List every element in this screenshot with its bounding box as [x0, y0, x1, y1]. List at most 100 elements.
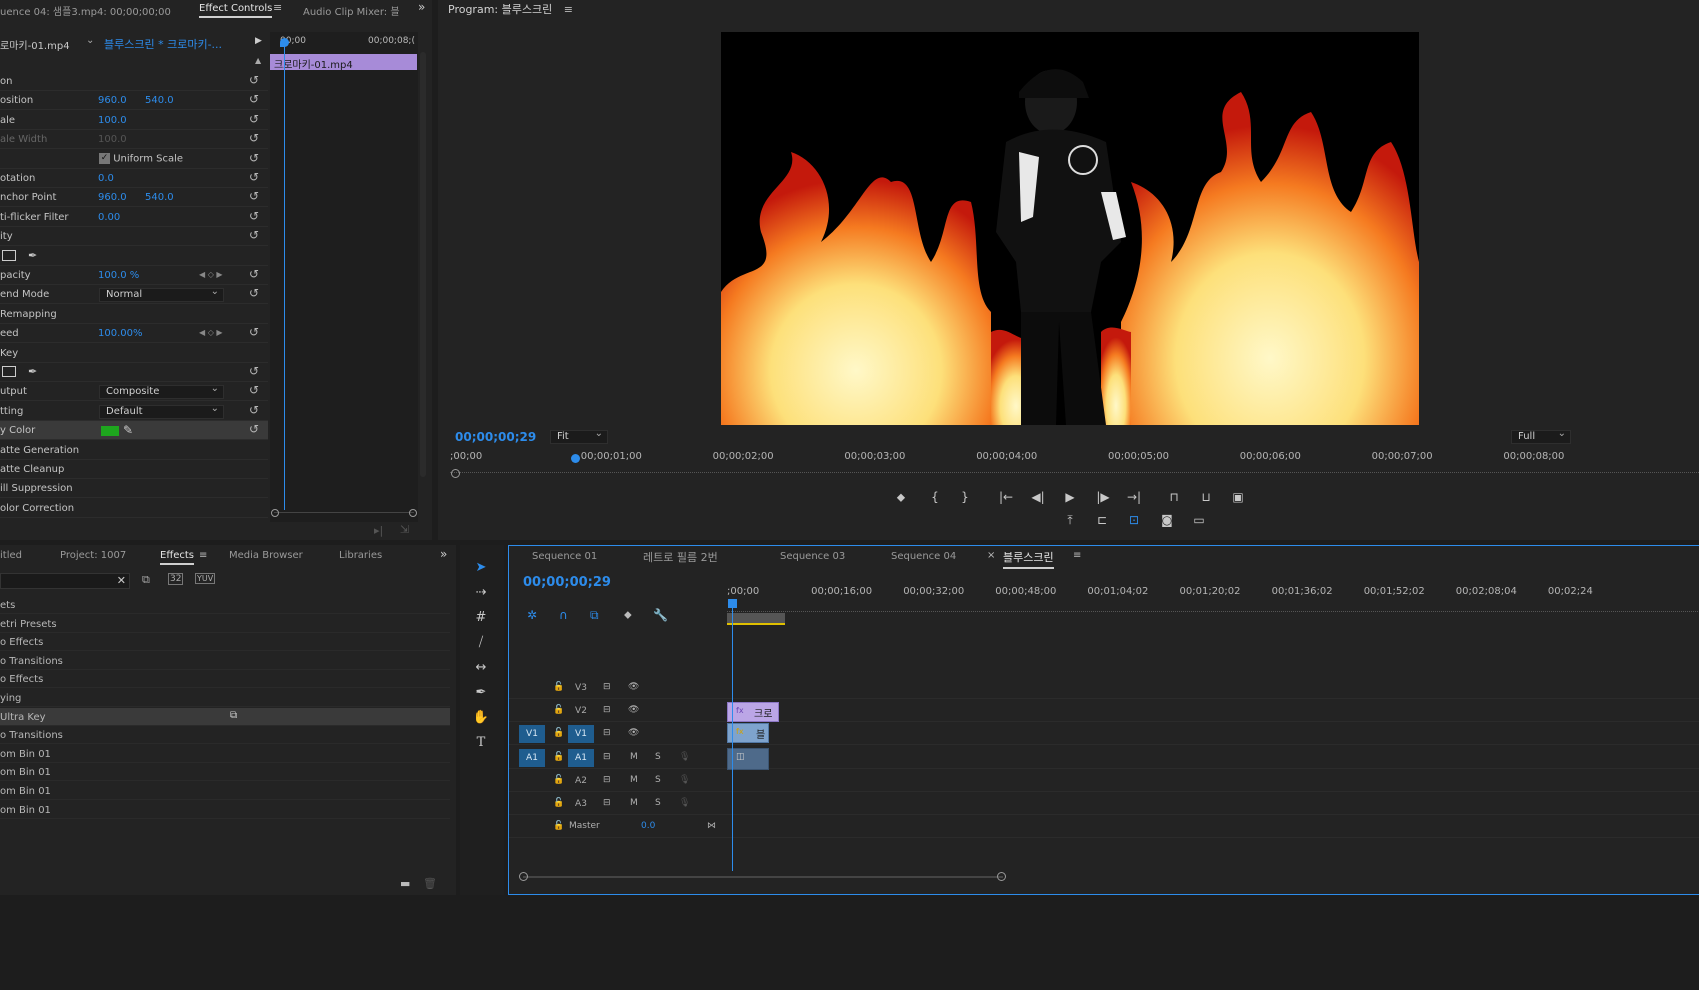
effects-list-item[interactable]: om Bin 01 [0, 745, 450, 763]
eyedropper-icon[interactable]: ✎ [123, 423, 133, 437]
reset-icon[interactable]: ↺ [249, 287, 262, 300]
effect-property-row[interactable]: atte Cleanup [0, 460, 268, 479]
reset-icon[interactable]: ↺ [249, 365, 262, 378]
track-target-v1[interactable]: V1 [568, 725, 594, 744]
hand-tool-icon[interactable]: ✋ [470, 710, 492, 730]
effects-list-item[interactable]: om Bin 01 [0, 782, 450, 800]
timeline-hscrollbar[interactable] [519, 872, 1006, 881]
eye-icon[interactable]: 👁 [628, 705, 639, 715]
reset-icon[interactable]: ↺ [249, 326, 262, 339]
pen-mask-icon[interactable]: ✒ [28, 365, 37, 378]
razor-tool-icon[interactable]: ⧸ [470, 635, 492, 655]
effect-property-row[interactable]: atte Generation [0, 441, 268, 460]
reset-icon[interactable]: ↺ [249, 268, 262, 281]
export-icon[interactable]: ⇲ [400, 523, 409, 536]
track-target-v3[interactable]: V3 [568, 679, 594, 697]
effect-property-row[interactable]: eed 100.00% ↺ [0, 324, 268, 344]
effect-property-row[interactable] [0, 247, 268, 266]
go-to-in-icon[interactable]: |← [998, 490, 1014, 504]
mini-scrollbar[interactable] [271, 509, 417, 520]
effects-list-item[interactable]: o Transitions [0, 726, 450, 745]
property-value-x[interactable]: 960.0 [98, 95, 127, 106]
property-value-x[interactable]: 0.00 [98, 212, 120, 223]
reset-icon[interactable]: ↺ [249, 93, 262, 106]
trim-icon[interactable]: ⊡ [1126, 513, 1142, 527]
effect-property-row[interactable]: on ↺ [0, 72, 268, 91]
sync-lock-icon[interactable]: ⊟ [603, 682, 611, 692]
key-color-swatch[interactable] [101, 426, 119, 437]
mute-button[interactable]: M [630, 752, 638, 762]
effect-property-row[interactable]: Key [0, 344, 268, 363]
reset-icon[interactable]: ↺ [249, 384, 262, 397]
mini-playhead[interactable] [284, 40, 285, 510]
tab-bluescreen[interactable]: 블루스크린 [1003, 549, 1054, 569]
overflow-chevron-icon[interactable]: » [440, 547, 447, 561]
clip-selector[interactable]: 로마키-01.mp4 [0, 37, 70, 52]
clip-v2-chroma[interactable]: fx 크로 [727, 702, 779, 722]
lock-icon[interactable]: 🔓 [553, 752, 564, 762]
mini-playhead-head[interactable] [280, 38, 289, 47]
effect-property-row[interactable]: olor Correction [0, 499, 268, 518]
step-back-icon[interactable]: ◀| [1030, 490, 1046, 504]
collapse-arrow-icon[interactable]: ▲ [255, 56, 261, 65]
lock-icon[interactable]: 🔓 [553, 798, 564, 808]
tab-project[interactable]: Project: 1007 [60, 550, 126, 561]
clip-v1-bluescreen[interactable]: fx 블 [727, 723, 769, 743]
slip-tool-icon[interactable]: ↔ [470, 660, 492, 680]
effects-search-input[interactable]: ✕ [0, 573, 130, 589]
tab-sequence-03[interactable]: Sequence 03 [780, 551, 845, 562]
effect-property-row[interactable]: ↺ [0, 363, 268, 382]
property-value-x[interactable]: 100.0 [98, 115, 127, 126]
timeline-ruler[interactable]: ;00;00 00;00;16;00 00;00;32;00 00;00;48;00 0… [727, 582, 1699, 612]
reset-icon[interactable]: ↺ [249, 423, 262, 436]
pen-tool-icon[interactable]: ✒ [470, 685, 492, 705]
video-frame[interactable] [721, 32, 1419, 425]
tab-effects[interactable]: Effects [160, 550, 194, 565]
sync-lock-icon[interactable]: ⊟ [603, 775, 611, 785]
eye-icon[interactable]: 👁 [628, 682, 639, 692]
effects-list-item[interactable]: om Bin 01 [0, 763, 450, 782]
mute-button[interactable]: M [630, 798, 638, 808]
lock-icon[interactable]: 🔓 [553, 705, 564, 715]
lock-icon[interactable]: 🔓 [553, 728, 564, 738]
fit-dropdown[interactable]: Fit [550, 428, 608, 444]
mini-clip[interactable]: 크로마키-01.mp4 [270, 54, 417, 71]
effect-property-row[interactable]: pacity 100.0 % ↺ [0, 266, 268, 285]
keyframe-nav-icon[interactable]: ◀ ◇ ▶ [199, 270, 223, 279]
timeline-playhead[interactable] [732, 601, 733, 871]
effect-property-row[interactable]: ale 100.0 ↺ [0, 111, 268, 130]
reset-icon[interactable]: ↺ [249, 403, 262, 417]
compare-view-icon[interactable]: ▣ [1230, 490, 1246, 504]
timeline-playhead-head[interactable] [728, 599, 737, 608]
timeline-timecode[interactable]: 00;00;00;29 [523, 575, 611, 590]
new-bin-icon[interactable]: ▬ [400, 877, 410, 890]
type-tool-icon[interactable]: T [470, 735, 492, 755]
track-target-a3[interactable]: A3 [568, 795, 594, 813]
program-playhead[interactable] [571, 454, 580, 463]
go-to-icon[interactable]: ⋈ [707, 821, 716, 831]
tab-effect-controls[interactable]: Effect Controls [199, 3, 273, 18]
effect-property-row[interactable]: nchor Point 960.0 540.0 ↺ [0, 188, 268, 208]
sync-lock-icon[interactable]: ⊟ [603, 728, 611, 738]
add-marker-icon[interactable]: ⬥ [893, 490, 909, 504]
panel-menu-icon[interactable]: ≡ [199, 550, 207, 561]
play-icon[interactable]: ▶ [1062, 490, 1078, 504]
tab-audio-clip-mixer[interactable]: Audio Clip Mixer: 블 [303, 3, 400, 18]
track-select-tool-icon[interactable]: ⇢ [470, 585, 492, 605]
pen-mask-icon[interactable]: ✒ [28, 249, 37, 262]
panel-menu-icon[interactable]: ≡ [564, 3, 573, 16]
nest-icon[interactable]: ✲ [527, 608, 537, 622]
effect-property-row[interactable]: Remapping [0, 305, 268, 324]
effect-controls-scrollbar[interactable] [420, 52, 426, 477]
effects-list-item[interactable]: om Bin 01 [0, 801, 450, 819]
effects-list-item[interactable]: ets [0, 596, 450, 614]
panel-menu-icon[interactable]: ≡ [273, 1, 282, 14]
reset-icon[interactable]: ↺ [249, 112, 262, 126]
step-forward-icon[interactable]: |▶ [1095, 490, 1111, 504]
mark-out-icon[interactable]: } [957, 490, 973, 504]
zoom-scroll-start[interactable] [451, 469, 460, 478]
reset-icon[interactable]: ↺ [249, 151, 262, 165]
property-value-x[interactable]: 100.00% [98, 328, 143, 339]
insert-icon[interactable]: ⤒ [1062, 513, 1078, 527]
track-target-v2[interactable]: V2 [568, 702, 594, 720]
